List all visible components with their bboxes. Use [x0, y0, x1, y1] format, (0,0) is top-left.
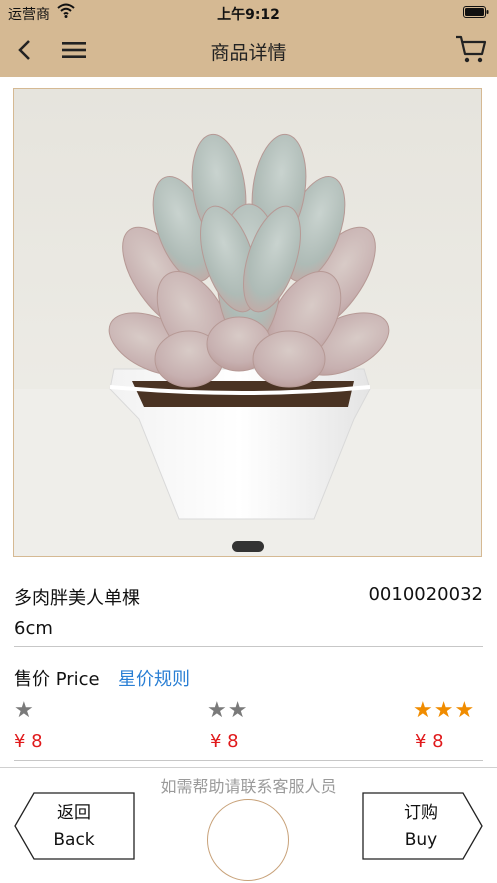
product-image[interactable] — [13, 88, 482, 557]
center-circle-button[interactable] — [207, 799, 289, 881]
tier-3-stars: ★★★ — [413, 698, 476, 723]
clock: 上午9:12 — [217, 7, 280, 23]
price-label: 售价 Price — [14, 669, 100, 690]
divider — [14, 760, 483, 761]
tier-2-price: ¥ 8 — [210, 731, 239, 752]
product-name: 多肉胖美人单棵 — [14, 588, 140, 609]
tier-2-stars: ★★ — [207, 698, 249, 723]
buy-button-label-cn: 订购 — [404, 803, 438, 823]
back-button-label-cn: 返回 — [57, 803, 91, 823]
buy-button-label-en: Buy — [404, 830, 438, 850]
footer-divider — [0, 767, 497, 768]
back-button-label-en: Back — [53, 830, 95, 850]
battery-icon — [463, 6, 489, 18]
nav-bar: 商品详情 — [0, 24, 497, 77]
product-detail-page: 运营商 上午9:12 商品详情 多肉胖美人单棵 0010020032 6cm 售… — [0, 0, 497, 883]
cart-icon[interactable] — [455, 34, 487, 64]
product-code: 0010020032 — [368, 584, 483, 605]
tier-1-stars: ★ — [14, 698, 35, 723]
image-pager-indicator[interactable] — [232, 541, 264, 552]
star-price-rules-link[interactable]: 星价规则 — [118, 665, 190, 691]
tier-1-price: ¥ 8 — [14, 731, 43, 752]
product-size: 6cm — [14, 618, 53, 639]
tier-3-price: ¥ 8 — [415, 731, 444, 752]
status-bar: 运营商 上午9:12 — [0, 0, 497, 24]
page-title: 商品详情 — [210, 42, 287, 64]
succulent-illustration — [14, 89, 481, 556]
divider — [14, 646, 483, 647]
